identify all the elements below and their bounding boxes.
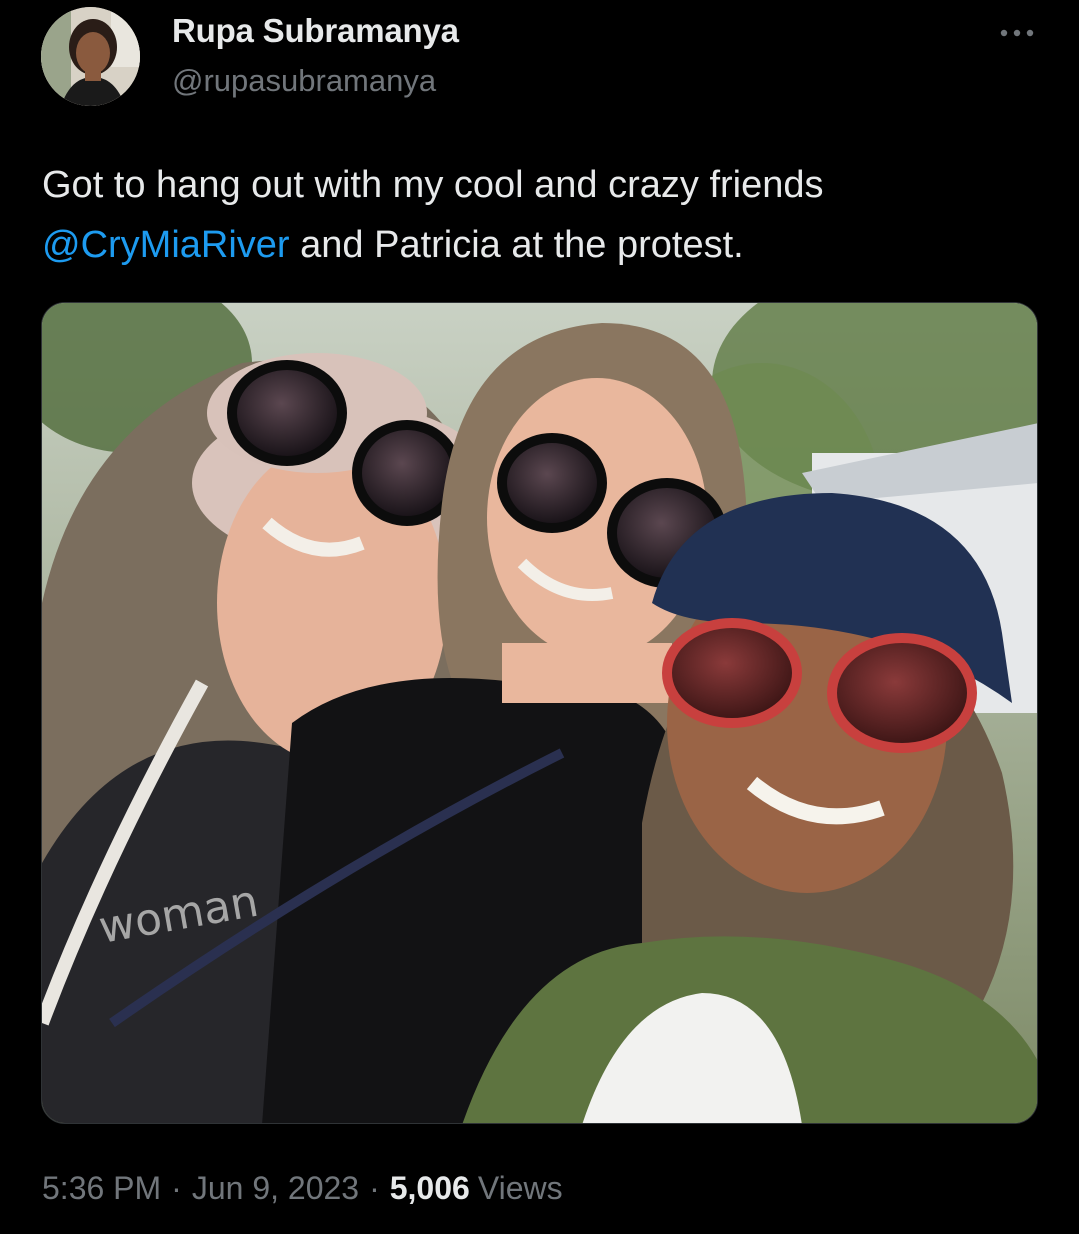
tweet-meta: 5:36 PM · Jun 9, 2023 · 5,006 Views — [42, 1170, 563, 1207]
tweet-time[interactable]: 5:36 PM — [42, 1170, 161, 1206]
author-display-name[interactable]: Rupa Subramanya — [172, 12, 459, 50]
mention-link[interactable]: @CryMiaRiver — [42, 224, 290, 266]
author-handle[interactable]: @rupasubramanya — [172, 63, 436, 99]
tweet-text-before: Got to hang out with my cool and crazy f… — [42, 164, 824, 206]
meta-separator: · — [369, 1170, 380, 1206]
author-avatar[interactable] — [41, 7, 140, 106]
tweet-photo[interactable]: woman — [41, 302, 1038, 1124]
views-count[interactable]: 5,006 — [390, 1170, 470, 1206]
tweet-card: Rupa Subramanya @rupasubramanya Got to h… — [0, 0, 1079, 1234]
more-horizontal-icon — [1000, 29, 1034, 37]
tweet-text-after: and Patricia at the protest. — [289, 224, 744, 266]
tweet-date[interactable]: Jun 9, 2023 — [192, 1170, 359, 1206]
more-options-button[interactable] — [997, 18, 1037, 48]
meta-separator: · — [171, 1170, 182, 1206]
tweet-text: Got to hang out with my cool and crazy f… — [42, 155, 1042, 275]
views-label[interactable]: Views — [478, 1170, 563, 1206]
